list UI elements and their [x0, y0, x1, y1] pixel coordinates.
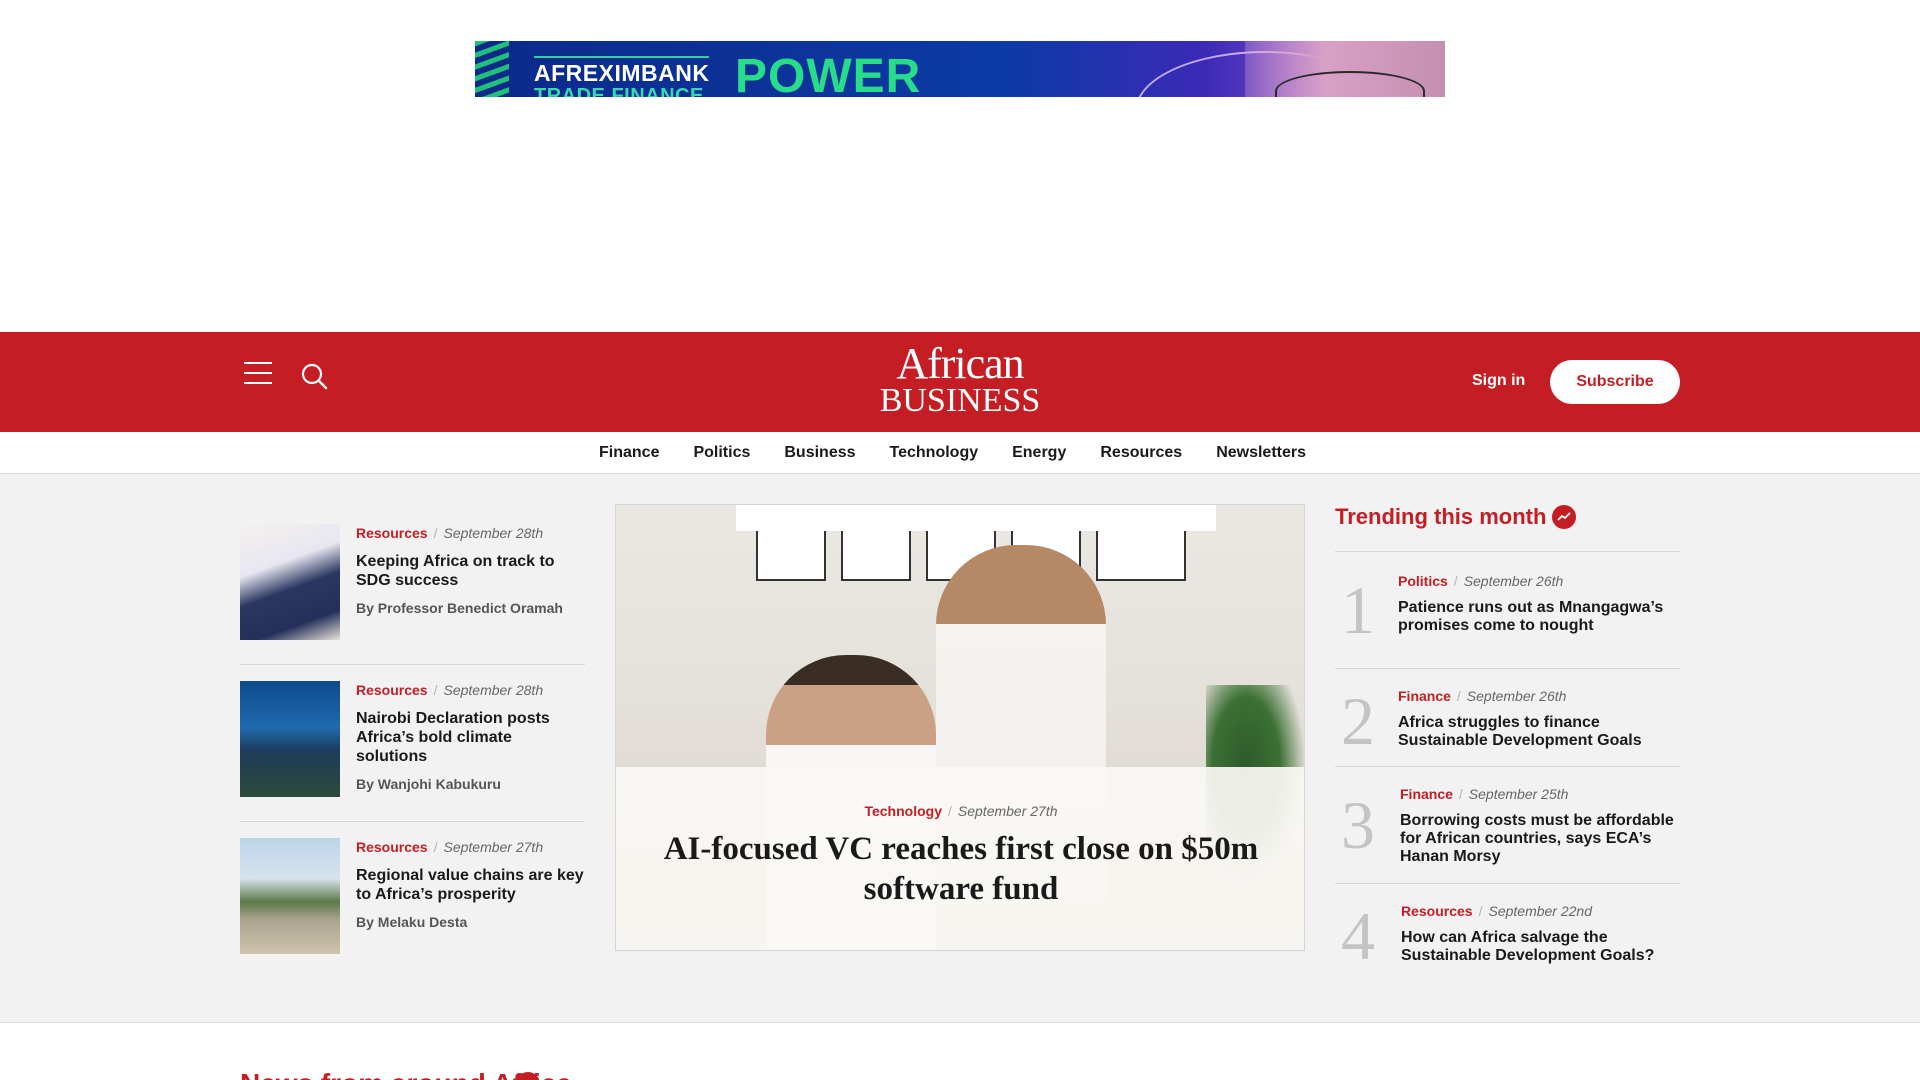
nav-item-business[interactable]: Business [784, 444, 855, 462]
article-title[interactable]: Regional value chains are key to Africa’… [356, 866, 586, 904]
hamburger-menu-icon[interactable] [244, 362, 272, 386]
wall-frame [841, 525, 911, 581]
nav-item-energy[interactable]: Energy [1012, 444, 1066, 462]
wall-frame [1096, 525, 1186, 581]
article-thumbnail[interactable] [240, 524, 340, 640]
ad-sub-text: TRADE FINANCE [534, 85, 704, 97]
wall-frame [756, 525, 826, 581]
trending-rank: 1 [1341, 572, 1375, 648]
trending-date: September 22nd [1488, 903, 1593, 919]
trending-date: September 25th [1468, 786, 1569, 802]
trending-header: Trending this month [1335, 502, 1680, 552]
trending-title-link[interactable]: Africa struggles to finance Sustainable … [1398, 714, 1678, 750]
nav-item-finance[interactable]: Finance [599, 444, 659, 462]
trending-item: 2 Finance / September 26th Africa struggle… [1335, 669, 1680, 767]
article-date: September 28th [443, 525, 544, 541]
advertisement-zone: AFREXIMBANK TRADE FINANCE POWER [0, 0, 1920, 332]
hero-article[interactable]: Technology / September 27th AI-focused VC … [615, 504, 1305, 951]
trending-item: 4 Resources / September 22nd How can Afric… [1335, 884, 1680, 984]
article-category[interactable]: Resources [356, 682, 428, 698]
trending-up-icon [1552, 504, 1577, 529]
trending-category[interactable]: Finance [1400, 786, 1453, 802]
article-byline: By Melaku Desta [356, 914, 468, 930]
main-navigation: Finance Politics Business Technology Ene… [0, 432, 1920, 474]
hero-category[interactable]: Technology [864, 803, 942, 819]
trending-rank: 2 [1341, 683, 1375, 759]
meta-separator: / [433, 525, 438, 541]
ad-divider [534, 56, 709, 58]
hero-caption: Technology / September 27th AI-focused VC … [616, 767, 1304, 950]
search-icon[interactable] [300, 362, 328, 390]
wall-top [736, 505, 1216, 531]
article-thumbnail[interactable] [240, 681, 340, 797]
article-date: September 28th [443, 682, 544, 698]
side-article: Resources / September 28th Keeping Africa … [240, 508, 585, 665]
trending-date: September 26th [1463, 573, 1564, 589]
article-category[interactable]: Resources [356, 525, 428, 541]
trending-category[interactable]: Resources [1401, 903, 1473, 919]
trending-item: 1 Politics / September 26th Patience runs … [1335, 552, 1680, 669]
sign-in-link[interactable]: Sign in [1472, 372, 1525, 390]
trending-title: Trending this month [1335, 504, 1547, 529]
trending-item: 3 Finance / September 25th Borrowing costs… [1335, 767, 1680, 884]
meta-separator: / [1453, 573, 1458, 589]
article-title[interactable]: Keeping Africa on track to SDG success [356, 552, 586, 590]
article-byline: By Wanjohi Kabukuru [356, 776, 501, 792]
logo-line1: African [896, 339, 1024, 388]
nav-item-technology[interactable]: Technology [890, 444, 979, 462]
subscribe-button[interactable]: Subscribe [1550, 360, 1680, 404]
meta-separator: / [948, 803, 952, 819]
article-category[interactable]: Resources [356, 839, 428, 855]
logo-line2: BUSINESS [879, 382, 1041, 419]
nav-item-resources[interactable]: Resources [1100, 444, 1182, 462]
meta-separator: / [1478, 903, 1483, 919]
ad-headline: POWER [735, 50, 922, 97]
meta-separator: / [433, 839, 438, 855]
trending-rank: 4 [1341, 898, 1375, 974]
article-thumbnail[interactable] [240, 838, 340, 954]
site-logo[interactable]: African BUSINESS [870, 339, 1050, 420]
trending-rank: 3 [1341, 787, 1375, 863]
article-title[interactable]: Nairobi Declaration posts Africa’s bold … [356, 709, 586, 766]
article-byline: By Professor Benedict Oramah [356, 600, 563, 616]
ad-banner[interactable]: AFREXIMBANK TRADE FINANCE POWER [475, 41, 1445, 97]
trending-title-link[interactable]: How can Africa salvage the Sustainable D… [1401, 929, 1681, 965]
ad-stripes-graphic [475, 41, 509, 97]
hero-title[interactable]: AI-focused VC reaches first close on $50… [641, 829, 1281, 909]
side-article: Resources / September 27th Regional value … [240, 822, 585, 979]
ad-brand-text: AFREXIMBANK [534, 60, 710, 86]
meta-separator: / [1456, 688, 1461, 704]
trending-category[interactable]: Finance [1398, 688, 1451, 704]
trending-category[interactable]: Politics [1398, 573, 1448, 589]
hero-date: September 27th [957, 803, 1058, 819]
meta-separator: / [433, 682, 438, 698]
meta-separator: / [1458, 786, 1463, 802]
side-article: Resources / September 28th Nairobi Declara… [240, 665, 585, 822]
trending-title-link[interactable]: Patience runs out as Mnangagwa’s promise… [1398, 599, 1678, 635]
nav-item-politics[interactable]: Politics [693, 444, 750, 462]
trending-title-link[interactable]: Borrowing costs must be affordable for A… [1400, 812, 1680, 866]
site-header: African BUSINESS Sign in Subscribe [0, 332, 1920, 432]
article-date: September 27th [443, 839, 544, 855]
trending-date: September 26th [1466, 688, 1567, 704]
nav-item-newsletters[interactable]: Newsletters [1216, 444, 1306, 462]
